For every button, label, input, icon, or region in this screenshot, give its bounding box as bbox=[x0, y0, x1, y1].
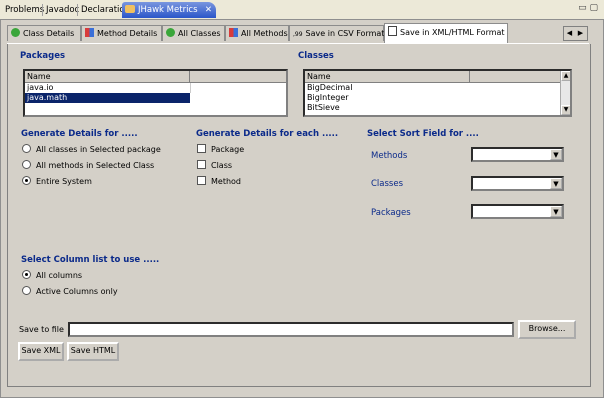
tab-method-details[interactable]: Method Details bbox=[81, 25, 162, 41]
jhawk-icon bbox=[125, 5, 135, 13]
radio-label: Active Columns only bbox=[36, 287, 118, 296]
tab-class-details[interactable]: Class Details bbox=[7, 25, 81, 41]
packages-sort-label: Packages bbox=[371, 208, 411, 218]
radio-all-classes[interactable]: All classes in Selected package bbox=[22, 144, 161, 154]
classes-scrollbar[interactable]: ▲ ▼ bbox=[560, 71, 570, 115]
tab-save-xml-html[interactable]: Save in XML/HTML Format bbox=[384, 23, 508, 43]
classes-list[interactable]: Name BigDecimal BigInteger BitSieve ▲ ▼ bbox=[303, 69, 572, 117]
packages-sort-select[interactable]: ▼ bbox=[471, 204, 564, 219]
packages-heading: Packages bbox=[20, 51, 66, 61]
radio-active-columns[interactable]: Active Columns only bbox=[22, 286, 118, 296]
scroll-down-icon[interactable]: ▼ bbox=[561, 105, 570, 115]
name-column-header[interactable]: Name bbox=[25, 71, 190, 82]
classes-list-header: Name bbox=[305, 71, 570, 83]
red-blue-icon bbox=[229, 28, 238, 37]
column-list-heading: Select Column list to use ..... bbox=[21, 255, 160, 265]
scroll-up-icon[interactable]: ▲ bbox=[561, 71, 570, 81]
tab-all-classes-label: All Classes bbox=[178, 29, 221, 38]
tab-all-methods-label: All Methods bbox=[241, 29, 288, 38]
packages-list[interactable]: Name java.io java.math bbox=[23, 69, 288, 117]
list-item[interactable]: BigDecimal bbox=[305, 83, 570, 93]
radio-label: All methods in Selected Class bbox=[36, 161, 155, 170]
checkbox-icon bbox=[197, 144, 206, 153]
classes-sort-label: Classes bbox=[371, 179, 404, 189]
green-circle-icon bbox=[166, 28, 175, 37]
document-icon bbox=[388, 26, 397, 36]
checkbox-method[interactable]: Method bbox=[197, 176, 241, 186]
packages-list-header: Name bbox=[25, 71, 286, 83]
classes-sort-select[interactable]: ▼ bbox=[471, 176, 564, 191]
classes-heading: Classes bbox=[298, 51, 334, 61]
inner-tab-row: Class Details Method Details All Classes… bbox=[7, 23, 589, 44]
radio-all-columns[interactable]: All columns bbox=[22, 270, 82, 280]
radio-entire-system[interactable]: Entire System bbox=[22, 176, 92, 186]
radio-icon bbox=[22, 144, 31, 153]
list-item-label: BitSieve bbox=[307, 103, 340, 112]
checkbox-icon bbox=[197, 160, 206, 169]
list-item[interactable]: BitSieve bbox=[305, 103, 570, 113]
radio-icon bbox=[22, 270, 31, 279]
browse-button[interactable]: Browse... bbox=[518, 320, 576, 339]
window-controls[interactable]: ▭ ▢ bbox=[578, 3, 598, 13]
checkbox-class[interactable]: Class bbox=[197, 160, 232, 170]
scroll-right-icon[interactable]: ▶ bbox=[575, 27, 586, 40]
chevron-down-icon: ▼ bbox=[550, 206, 562, 217]
view-tab-bar: Problems Javadoc Declaration JHawk Metri… bbox=[0, 0, 604, 20]
methods-sort-select[interactable]: ▼ bbox=[471, 147, 564, 162]
tab-problems[interactable]: Problems bbox=[2, 2, 47, 18]
radio-all-methods[interactable]: All methods in Selected Class bbox=[22, 160, 154, 170]
save-to-file-label: Save to file bbox=[19, 325, 64, 334]
tab-scroll-buttons: ◀ ▶ bbox=[563, 26, 588, 41]
list-item-label: java.math bbox=[27, 93, 68, 102]
radio-icon bbox=[22, 176, 31, 185]
generate-details-for-heading: Generate Details for ..... bbox=[21, 129, 138, 139]
red-blue-icon bbox=[85, 28, 94, 37]
chevron-down-icon: ▼ bbox=[550, 149, 562, 160]
list-item-label: BigDecimal bbox=[307, 83, 353, 92]
chevron-down-icon: ▼ bbox=[550, 178, 562, 189]
tab-save-csv-label: Save in CSV Format bbox=[305, 29, 385, 38]
list-item-label: BigInteger bbox=[307, 93, 349, 102]
list-item-label: java.io bbox=[27, 83, 54, 92]
radio-label: Entire System bbox=[36, 177, 92, 186]
tab-jhawk-metrics-label: JHawk Metrics bbox=[138, 5, 198, 15]
generate-details-each-heading: Generate Details for each ..... bbox=[196, 129, 339, 139]
checkbox-label: Method bbox=[211, 177, 242, 186]
checkbox-package[interactable]: Package bbox=[197, 144, 244, 154]
radio-icon bbox=[22, 160, 31, 169]
sort-field-heading: Select Sort Field for .... bbox=[367, 129, 479, 139]
checkbox-label: Package bbox=[211, 145, 245, 154]
tab-all-classes[interactable]: All Classes bbox=[162, 25, 225, 41]
save-xml-button[interactable]: Save XML bbox=[18, 342, 64, 361]
tab-save-csv[interactable]: ,99 Save in CSV Format bbox=[289, 25, 384, 41]
list-item[interactable]: BigInteger bbox=[305, 93, 570, 103]
checkbox-icon bbox=[197, 176, 206, 185]
csv-icon: ,99 bbox=[293, 31, 303, 38]
list-item-selected[interactable]: java.math bbox=[25, 93, 190, 103]
green-circle-icon bbox=[11, 28, 20, 37]
list-item[interactable]: java.io bbox=[25, 83, 286, 93]
radio-icon bbox=[22, 286, 31, 295]
tab-class-details-label: Class Details bbox=[23, 29, 75, 38]
methods-sort-label: Methods bbox=[371, 151, 408, 161]
checkbox-label: Class bbox=[211, 161, 233, 170]
cell-divider bbox=[190, 83, 191, 93]
tab-save-xml-html-label: Save in XML/HTML Format bbox=[400, 28, 505, 37]
scroll-left-icon[interactable]: ◀ bbox=[564, 27, 575, 40]
name-column-header[interactable]: Name bbox=[305, 71, 470, 82]
tab-method-details-label: Method Details bbox=[97, 29, 158, 38]
radio-label: All columns bbox=[36, 271, 83, 280]
radio-label: All classes in Selected package bbox=[36, 145, 161, 154]
save-html-button[interactable]: Save HTML bbox=[67, 342, 119, 361]
save-file-input[interactable] bbox=[68, 322, 514, 337]
tab-jhawk-metrics[interactable]: JHawk Metrics ✕ bbox=[122, 2, 216, 18]
tab-all-methods[interactable]: All Methods bbox=[225, 25, 289, 41]
close-icon[interactable]: ✕ bbox=[205, 2, 212, 18]
